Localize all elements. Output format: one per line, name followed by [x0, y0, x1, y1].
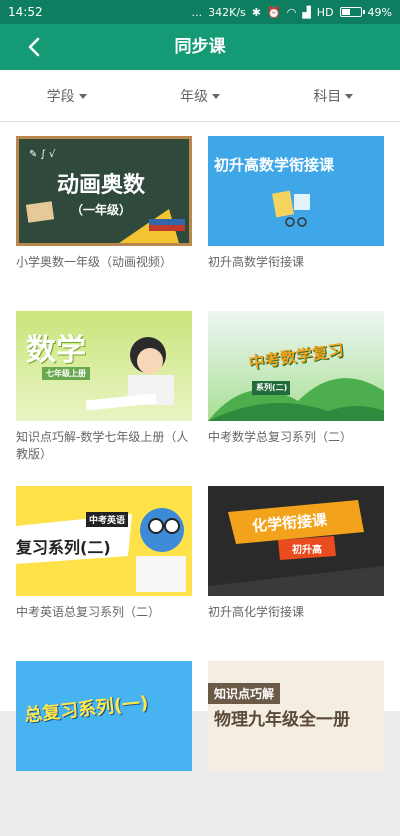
course-title[interactable]	[16, 779, 192, 813]
thumb-title: 物理九年级全一册	[214, 710, 350, 730]
student-illustration	[85, 337, 174, 411]
status-dots: ...	[191, 5, 203, 19]
chevron-left-icon	[28, 37, 40, 57]
course-thumbnail[interactable]: ✎ ∫ √ 动画奥数 （一年级）	[16, 136, 192, 246]
course-title[interactable]	[208, 779, 384, 813]
course-title[interactable]: 初升高数学衔接课	[208, 254, 384, 288]
svg-text:✎ ∫ √: ✎ ∫ √	[29, 149, 56, 160]
filter-subject[interactable]: 科目	[267, 70, 400, 121]
filter-bar: 学段 年级 科目	[0, 70, 400, 122]
course-title[interactable]: 中考英语总复习系列（二）	[16, 604, 192, 638]
course-thumbnail[interactable]: 中考英语 复习系列(二)	[16, 486, 192, 596]
course-grid: ✎ ∫ √ 动画奥数 （一年级） 小学奥数一年级（动画视频） 初升高数学衔接课 …	[0, 122, 400, 771]
status-indicators: ... 342K/s ✱ ⏰ ◠ ▟ HD 49%	[192, 6, 392, 19]
course-thumbnail[interactable]: 总复习系列(一)	[16, 661, 192, 771]
thumb-title: 总复习系列(一)	[23, 692, 150, 727]
course-title[interactable]: 中考数学总复习系列（二）	[208, 429, 384, 463]
thumb-subtitle: 系列(二)	[256, 383, 288, 392]
thumb-subtitle: 中考英语	[86, 512, 129, 527]
signal-icon: ▟	[302, 5, 311, 19]
caret-down-icon	[211, 94, 220, 99]
thumb-subtitle: （一年级）	[71, 203, 132, 217]
page-title: 同步课	[174, 37, 226, 57]
course-card[interactable]: 总复习系列(一)	[16, 661, 192, 836]
course-card[interactable]: 知识点巧解 物理九年级全一册	[208, 661, 384, 836]
course-card[interactable]: 数学 七年级上册 知识点巧解-数学七年级上册（人教版）	[16, 311, 192, 486]
course-card[interactable]: ✎ ∫ √ 动画奥数 （一年级） 小学奥数一年级（动画视频）	[16, 136, 192, 311]
course-title[interactable]: 知识点巧解-数学七年级上册（人教版）	[16, 429, 192, 463]
wifi-icon: ◠	[286, 5, 297, 19]
network-speed: 342K/s	[208, 5, 246, 19]
battery-percent: 49%	[367, 5, 392, 19]
filter-grade[interactable]: 年级	[133, 70, 266, 121]
back-button[interactable]	[18, 31, 50, 63]
bluetooth-icon: ✱	[251, 5, 262, 19]
caret-down-icon	[345, 94, 354, 99]
course-thumbnail[interactable]: 中考数学复习 系列(二)	[208, 311, 384, 421]
course-thumbnail[interactable]: 初升高数学衔接课	[208, 136, 384, 246]
course-title[interactable]: 初升高化学衔接课	[208, 604, 384, 638]
course-card[interactable]: 中考数学复习 系列(二) 中考数学总复习系列（二）	[208, 311, 384, 486]
thumb-title: 复习系列(二)	[16, 538, 111, 557]
status-time: 14:52	[8, 5, 43, 19]
filter-label: 学段	[46, 88, 75, 105]
thumb-subtitle: 知识点巧解	[208, 683, 281, 704]
app-bar: 同步课	[0, 24, 400, 70]
network-type: HD	[316, 5, 334, 19]
thumb-subtitle: 初升高	[292, 545, 322, 556]
thumb-title: 动画奥数	[57, 173, 146, 198]
filter-label: 科目	[313, 88, 342, 105]
battery-icon	[339, 7, 365, 17]
course-thumbnail[interactable]: 化学衔接课 初升高	[208, 486, 384, 596]
course-card[interactable]: 初升高数学衔接课 初升高数学衔接课	[208, 136, 384, 311]
alarm-icon: ⏰	[267, 5, 281, 19]
status-bar: 14:52 ... 342K/s ✱ ⏰ ◠ ▟ HD 49%	[0, 0, 400, 24]
course-thumbnail[interactable]: 知识点巧解 物理九年级全一册	[208, 661, 384, 771]
filter-stage[interactable]: 学段	[0, 70, 133, 121]
course-card[interactable]: 中考英语 复习系列(二) 中考英语总复习系列（二）	[16, 486, 192, 661]
filter-label: 年级	[179, 88, 208, 105]
stationery-icon	[272, 190, 310, 227]
course-card[interactable]: 化学衔接课 初升高 初升高化学衔接课	[208, 486, 384, 661]
course-title[interactable]: 小学奥数一年级（动画视频）	[16, 254, 192, 288]
caret-down-icon	[78, 94, 87, 99]
course-thumbnail[interactable]: 数学 七年级上册	[16, 311, 192, 421]
